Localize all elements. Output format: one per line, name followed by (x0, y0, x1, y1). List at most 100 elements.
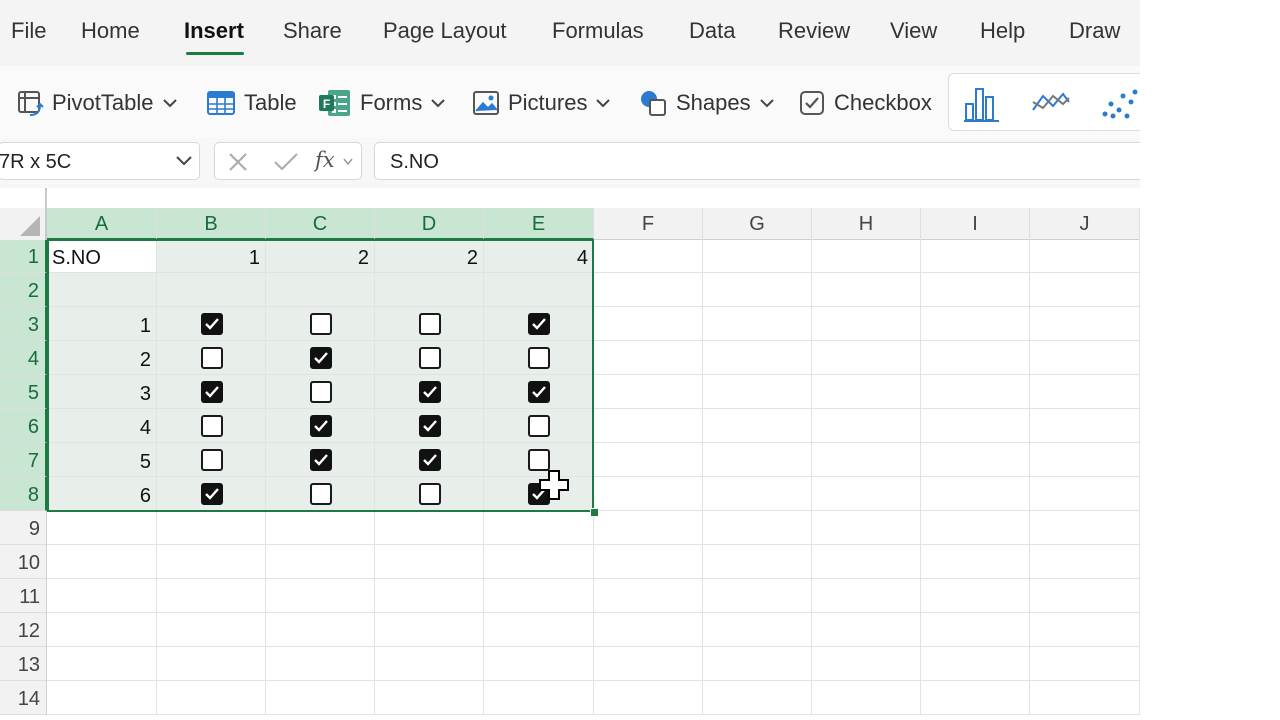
cancel-icon[interactable] (227, 151, 249, 173)
cell-checkbox[interactable] (200, 483, 223, 505)
table-button[interactable]: Table (206, 88, 297, 118)
cell-g8[interactable] (703, 477, 812, 511)
cell-j1[interactable] (1030, 239, 1140, 273)
cell-g14[interactable] (703, 681, 812, 715)
cell-i2[interactable] (921, 273, 1030, 307)
cell-d2[interactable] (375, 273, 484, 307)
cell-g4[interactable] (703, 341, 812, 375)
cell-b1[interactable]: 1 (157, 239, 266, 273)
insert-function-button[interactable]: fx (315, 148, 335, 172)
cell-f8[interactable] (594, 477, 703, 511)
tab-file[interactable]: File (11, 18, 46, 44)
cell-checkbox[interactable] (528, 449, 550, 471)
cell-g13[interactable] (703, 647, 812, 681)
cell-e11[interactable] (484, 579, 594, 613)
row-header-4[interactable]: 4 (0, 341, 47, 375)
tab-draw[interactable]: Draw (1069, 18, 1120, 44)
cell-b5[interactable] (157, 375, 266, 409)
cell-a14[interactable] (47, 681, 157, 715)
cell-d7[interactable] (375, 443, 484, 477)
cell-c10[interactable] (266, 545, 375, 579)
row-header-10[interactable]: 10 (0, 545, 47, 579)
column-header-j[interactable]: J (1030, 208, 1140, 240)
cell-b10[interactable] (157, 545, 266, 579)
tab-data[interactable]: Data (689, 18, 735, 44)
cell-b9[interactable] (157, 511, 266, 545)
cell-j10[interactable] (1030, 545, 1140, 579)
column-header-b[interactable]: B (157, 208, 266, 240)
cell-e9[interactable] (484, 511, 594, 545)
cell-a10[interactable] (47, 545, 157, 579)
cell-j9[interactable] (1030, 511, 1140, 545)
cell-checkbox[interactable] (418, 449, 441, 471)
cell-i10[interactable] (921, 545, 1030, 579)
cell-c12[interactable] (266, 613, 375, 647)
cell-i6[interactable] (921, 409, 1030, 443)
cell-f10[interactable] (594, 545, 703, 579)
cell-a5[interactable]: 3 (47, 375, 157, 409)
column-header-i[interactable]: I (921, 208, 1030, 240)
cell-g5[interactable] (703, 375, 812, 409)
cell-b3[interactable] (157, 307, 266, 341)
cell-d6[interactable] (375, 409, 484, 443)
cell-d10[interactable] (375, 545, 484, 579)
cell-c6[interactable] (266, 409, 375, 443)
cell-checkbox[interactable] (528, 415, 550, 437)
cell-j14[interactable] (1030, 681, 1140, 715)
cell-c8[interactable] (266, 477, 375, 511)
cell-j7[interactable] (1030, 443, 1140, 477)
cell-checkbox[interactable] (309, 313, 332, 335)
cell-g10[interactable] (703, 545, 812, 579)
cell-c5[interactable] (266, 375, 375, 409)
cell-f1[interactable] (594, 239, 703, 273)
cell-d12[interactable] (375, 613, 484, 647)
column-header-a[interactable]: A (47, 208, 157, 240)
column-header-f[interactable]: F (594, 208, 703, 240)
cell-h1[interactable] (812, 239, 921, 273)
cell-h5[interactable] (812, 375, 921, 409)
row-header-2[interactable]: 2 (0, 273, 47, 307)
cell-b8[interactable] (157, 477, 266, 511)
cell-e1[interactable]: 4 (484, 239, 594, 273)
tab-insert[interactable]: Insert (184, 18, 244, 44)
row-header-3[interactable]: 3 (0, 307, 47, 341)
cell-j8[interactable] (1030, 477, 1140, 511)
tab-home[interactable]: Home (81, 18, 140, 44)
tab-view[interactable]: View (890, 18, 937, 44)
column-header-h[interactable]: H (812, 208, 921, 240)
cell-e5[interactable] (484, 375, 594, 409)
cell-h13[interactable] (812, 647, 921, 681)
cell-f4[interactable] (594, 341, 703, 375)
cell-h6[interactable] (812, 409, 921, 443)
cell-checkbox[interactable] (418, 483, 441, 505)
cell-a6[interactable]: 4 (47, 409, 157, 443)
cell-checkbox[interactable] (309, 415, 332, 437)
cell-c14[interactable] (266, 681, 375, 715)
cell-f7[interactable] (594, 443, 703, 477)
name-box[interactable]: 7R x 5C (0, 142, 200, 180)
cell-checkbox[interactable] (528, 381, 550, 403)
cell-c4[interactable] (266, 341, 375, 375)
cell-a2[interactable] (47, 273, 157, 307)
row-header-11[interactable]: 11 (0, 579, 47, 613)
tab-help[interactable]: Help (980, 18, 1025, 44)
cell-c3[interactable] (266, 307, 375, 341)
cell-j5[interactable] (1030, 375, 1140, 409)
cell-d13[interactable] (375, 647, 484, 681)
cell-a13[interactable] (47, 647, 157, 681)
cell-i7[interactable] (921, 443, 1030, 477)
cell-g7[interactable] (703, 443, 812, 477)
cell-h4[interactable] (812, 341, 921, 375)
cell-checkbox[interactable] (418, 381, 441, 403)
cell-a7[interactable]: 5 (47, 443, 157, 477)
cell-checkbox[interactable] (418, 347, 441, 369)
cell-h12[interactable] (812, 613, 921, 647)
cell-checkbox[interactable] (200, 313, 223, 335)
cell-e4[interactable] (484, 341, 594, 375)
cell-e13[interactable] (484, 647, 594, 681)
cell-f5[interactable] (594, 375, 703, 409)
row-header-8[interactable]: 8 (0, 477, 47, 511)
cell-a12[interactable] (47, 613, 157, 647)
cell-b6[interactable] (157, 409, 266, 443)
forms-button[interactable]: F Forms (318, 88, 446, 118)
